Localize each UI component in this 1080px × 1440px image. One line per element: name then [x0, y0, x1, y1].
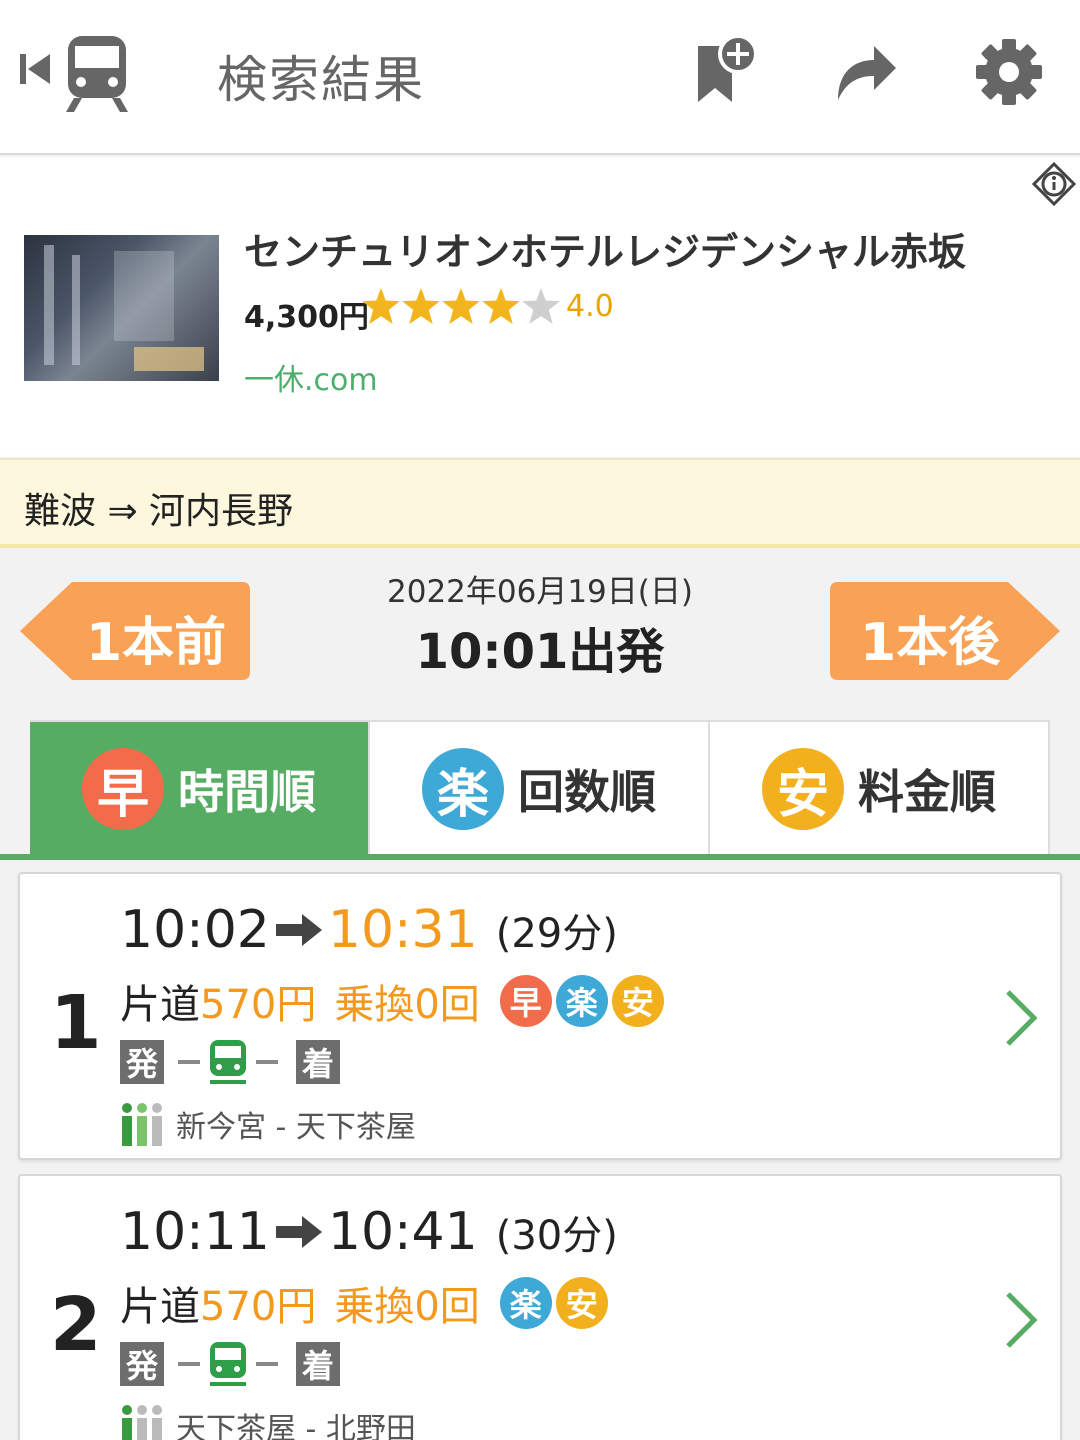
station-names: 新今宮 - 天下茶屋	[176, 1110, 416, 1145]
depart-mark: 発	[120, 1040, 164, 1084]
next-train-button[interactable]: 1本後	[830, 582, 1060, 680]
sort-tabs: 早 時間順 楽 回数順 安 料金順	[30, 720, 1050, 856]
ad-info-button[interactable]	[1031, 161, 1077, 210]
result-times: 10:02 10:31 (29分)	[120, 900, 618, 960]
transfer-walk-icon	[122, 1405, 162, 1440]
fare-label: 片道	[120, 1284, 200, 1330]
arrive-mark: 着	[296, 1040, 340, 1084]
share-button[interactable]	[832, 34, 902, 110]
haya-badge-icon: 早	[499, 975, 552, 1027]
rating-value: 4.0	[566, 288, 614, 324]
result-badges: 早 楽 安	[499, 975, 668, 1027]
next-train-label: 1本後	[860, 613, 1001, 673]
raku-icon: 楽	[422, 748, 504, 830]
info-icon	[1031, 161, 1077, 207]
tab-transfer-order[interactable]: 楽 回数順	[370, 722, 710, 856]
route-stations: 天下茶屋 - 北野田	[120, 1404, 416, 1440]
raku-badge-icon: 楽	[499, 1277, 552, 1329]
settings-button[interactable]	[974, 34, 1044, 110]
yasu-icon: 安	[762, 748, 844, 830]
back-button[interactable]	[18, 34, 133, 114]
duration: (29分)	[495, 911, 618, 957]
train-back-icon	[20, 36, 128, 112]
star-icon	[362, 288, 400, 324]
hotel-rating: 4.0	[362, 288, 614, 324]
yasu-badge-icon: 安	[555, 1277, 608, 1329]
transfer-count: 乗換0回	[334, 1284, 480, 1330]
route-result-card[interactable]: 2 10:11 10:41 (30分) 片道 570円 乗換0回 楽 安 発 着	[18, 1174, 1062, 1440]
tab-fare-order[interactable]: 安 料金順	[710, 722, 1050, 856]
top-bar: 検索結果	[0, 0, 1080, 155]
transfer-walk-icon	[122, 1103, 162, 1146]
bookmark-add-icon	[698, 34, 758, 102]
hotel-price: 4,300円	[244, 300, 369, 335]
star-icon	[482, 288, 520, 324]
depart-mark: 発	[120, 1342, 164, 1386]
hotel-ad[interactable]: センチュリオンホテルレジデンシャル赤坂 4,300円 4.0 一休.com	[0, 157, 1080, 457]
arrive-time: 10:31	[327, 900, 478, 960]
train-icon	[210, 1342, 246, 1386]
hotel-thumbnail	[24, 235, 219, 381]
arrow-right-icon	[275, 914, 322, 946]
station-names: 天下茶屋 - 北野田	[176, 1412, 416, 1440]
result-fare: 片道 570円 乗換0回 早 楽 安	[120, 972, 668, 1030]
route-label: 難波 ⇒ 河内長野	[24, 491, 294, 532]
route-path: 発 着	[120, 1038, 340, 1086]
haya-icon: 早	[82, 748, 164, 830]
page-title: 検索結果	[217, 51, 425, 109]
train-icon	[210, 1040, 246, 1084]
bookmark-add-button[interactable]	[694, 34, 764, 110]
depart-time: 10:11	[120, 1202, 270, 1262]
fare-value: 570円	[200, 1284, 317, 1330]
star-icon	[402, 288, 440, 324]
arrow-right-icon	[275, 1216, 322, 1248]
route-path: 発 着	[120, 1340, 340, 1388]
fare-label: 片道	[120, 982, 200, 1028]
star-empty-icon	[522, 288, 560, 324]
arrive-mark: 着	[296, 1342, 340, 1386]
tab-time-order[interactable]: 早 時間順	[30, 722, 370, 856]
arrive-time: 10:41	[327, 1202, 478, 1262]
tab-underline	[0, 854, 1080, 860]
tab-label: 回数順	[518, 765, 656, 819]
result-number: 2	[50, 1282, 102, 1368]
tab-label: 料金順	[858, 765, 996, 819]
yasu-badge-icon: 安	[611, 975, 664, 1027]
result-number: 1	[50, 980, 102, 1066]
tab-label: 時間順	[178, 765, 316, 819]
star-icon	[442, 288, 480, 324]
hotel-name: センチュリオンホテルレジデンシャル赤坂	[244, 230, 967, 274]
route-bar: 難波 ⇒ 河内長野	[0, 458, 1080, 548]
route-stations: 新今宮 - 天下茶屋	[120, 1102, 416, 1146]
chevron-right-icon	[1006, 990, 1038, 1046]
chevron-right-icon	[1006, 1292, 1038, 1348]
route-result-card[interactable]: 1 10:02 10:31 (29分) 片道 570円 乗換0回 早 楽 安 発…	[18, 872, 1062, 1160]
result-badges: 楽 安	[499, 1277, 612, 1329]
gear-icon	[976, 39, 1042, 105]
transfer-count: 乗換0回	[334, 982, 480, 1028]
fare-value: 570円	[200, 982, 317, 1028]
result-times: 10:11 10:41 (30分)	[120, 1202, 618, 1262]
raku-badge-icon: 楽	[555, 975, 608, 1027]
share-arrow-icon	[838, 46, 896, 100]
ad-source-link[interactable]: 一休.com	[244, 355, 378, 399]
result-fare: 片道 570円 乗換0回 楽 安	[120, 1274, 612, 1332]
duration: (30分)	[495, 1213, 618, 1259]
depart-time: 10:02	[120, 900, 270, 960]
